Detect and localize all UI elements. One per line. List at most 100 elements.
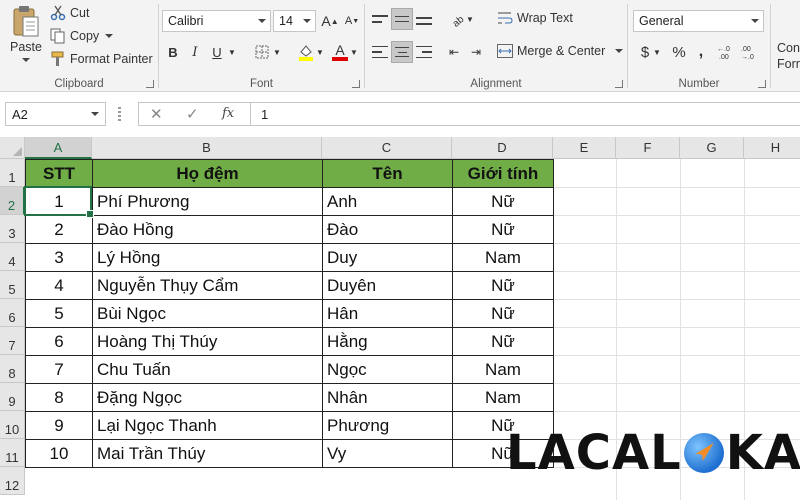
- cell[interactable]: Nữ: [452, 187, 554, 216]
- borders-dropdown-icon[interactable]: ▼: [272, 41, 282, 63]
- row-header-11[interactable]: 11: [0, 439, 25, 467]
- row-header-7[interactable]: 7: [0, 327, 25, 355]
- underline-button[interactable]: U: [206, 41, 228, 63]
- fill-color-icon[interactable]: [295, 41, 317, 63]
- orientation-dropdown-icon[interactable]: ▼: [465, 8, 475, 30]
- row-header-3[interactable]: 3: [0, 215, 25, 243]
- font-name-select[interactable]: Calibri: [162, 10, 271, 32]
- align-top-icon[interactable]: [369, 8, 391, 30]
- align-bottom-icon[interactable]: [413, 8, 435, 30]
- column-header-h[interactable]: H: [744, 137, 800, 159]
- decrease-font-icon[interactable]: A ▼: [341, 10, 363, 32]
- cell[interactable]: 5: [25, 299, 93, 328]
- align-middle-icon[interactable]: [391, 8, 413, 30]
- cell[interactable]: Duy: [322, 243, 453, 272]
- cell[interactable]: 9: [25, 411, 93, 440]
- chevron-down-icon[interactable]: [91, 112, 99, 116]
- enter-icon[interactable]: ✓: [186, 105, 199, 123]
- align-right-icon[interactable]: [413, 41, 435, 63]
- underline-dropdown-icon[interactable]: ▼: [227, 41, 237, 63]
- cell[interactable]: Phí Phương: [92, 187, 323, 216]
- increase-indent-icon[interactable]: ⇥: [465, 41, 487, 63]
- header-cell-stt[interactable]: STT: [25, 159, 93, 188]
- cell[interactable]: Nguyễn Thụy Cẩm: [92, 271, 323, 300]
- number-format-select[interactable]: General: [633, 10, 764, 32]
- column-header-d[interactable]: D: [452, 137, 553, 159]
- merge-center-button[interactable]: Merge & Center: [497, 44, 624, 58]
- bold-button[interactable]: B: [162, 41, 184, 63]
- number-launcher-icon[interactable]: [758, 80, 766, 88]
- cell[interactable]: Nữ: [452, 327, 554, 356]
- font-size-select[interactable]: 14: [273, 10, 316, 32]
- selected-cell-outline[interactable]: [24, 186, 94, 218]
- cell[interactable]: Vy: [322, 439, 453, 468]
- row-header-6[interactable]: 6: [0, 299, 25, 327]
- cell[interactable]: Chu Tuấn: [92, 355, 323, 384]
- row-header-4[interactable]: 4: [0, 243, 25, 271]
- merge-dropdown-icon[interactable]: [615, 49, 624, 53]
- header-cell-ten[interactable]: Tên: [322, 159, 453, 188]
- font-color-dropdown-icon[interactable]: ▼: [349, 41, 359, 63]
- column-header-b[interactable]: B: [92, 137, 322, 159]
- formula-bar-grip[interactable]: [118, 107, 121, 121]
- decrease-decimal-icon[interactable]: .00 →.0: [740, 41, 762, 63]
- decrease-indent-icon[interactable]: ⇤: [443, 41, 465, 63]
- cell[interactable]: 8: [25, 383, 93, 412]
- column-header-e[interactable]: E: [553, 137, 616, 159]
- cell[interactable]: Hằng: [322, 327, 453, 356]
- cell[interactable]: 10: [25, 439, 93, 468]
- column-header-f[interactable]: F: [616, 137, 680, 159]
- cut-button[interactable]: Cut: [50, 5, 89, 21]
- row-header-2[interactable]: 2: [0, 187, 25, 215]
- cell[interactable]: 7: [25, 355, 93, 384]
- cell[interactable]: Duyên: [322, 271, 453, 300]
- cell[interactable]: Nữ: [452, 299, 554, 328]
- cell[interactable]: Lý Hồng: [92, 243, 323, 272]
- font-color-icon[interactable]: A: [329, 41, 351, 63]
- comma-style-button[interactable]: ,: [690, 41, 712, 63]
- cell[interactable]: 6: [25, 327, 93, 356]
- row-header-1[interactable]: 1: [0, 159, 25, 187]
- cell[interactable]: 2: [25, 215, 93, 244]
- paste-button[interactable]: Paste: [6, 4, 46, 62]
- increase-decimal-icon[interactable]: ←.0.00: [716, 41, 738, 63]
- conditional-formatting-button[interactable]: Con Form: [777, 40, 800, 72]
- row-header-10[interactable]: 10: [0, 411, 25, 439]
- formula-input[interactable]: 1: [250, 102, 800, 126]
- wrap-text-button[interactable]: Wrap Text: [497, 11, 573, 25]
- name-box[interactable]: A2: [5, 102, 106, 126]
- paste-dropdown-icon[interactable]: [22, 58, 30, 62]
- cell[interactable]: 3: [25, 243, 93, 272]
- cell[interactable]: Đặng Ngọc: [92, 383, 323, 412]
- copy-dropdown-icon[interactable]: [105, 34, 114, 38]
- column-header-c[interactable]: C: [322, 137, 452, 159]
- select-all-button[interactable]: [0, 137, 25, 159]
- cell[interactable]: Nữ: [452, 215, 554, 244]
- row-header-12[interactable]: 12: [0, 467, 25, 495]
- cell[interactable]: Nhân: [322, 383, 453, 412]
- insert-function-icon[interactable]: fx: [222, 106, 234, 121]
- alignment-launcher-icon[interactable]: [615, 80, 623, 88]
- cell[interactable]: Nam: [452, 243, 554, 272]
- row-header-5[interactable]: 5: [0, 271, 25, 299]
- cell[interactable]: Nam: [452, 355, 554, 384]
- header-cell-gioi-tinh[interactable]: Giới tính: [452, 159, 554, 188]
- cell[interactable]: Anh: [322, 187, 453, 216]
- cell[interactable]: Đào Hồng: [92, 215, 323, 244]
- column-header-g[interactable]: G: [680, 137, 744, 159]
- column-header-a[interactable]: A: [25, 137, 92, 159]
- row-header-8[interactable]: 8: [0, 355, 25, 383]
- clipboard-launcher-icon[interactable]: [146, 80, 154, 88]
- row-header-9[interactable]: 9: [0, 383, 25, 411]
- cell[interactable]: Hoàng Thị Thúy: [92, 327, 323, 356]
- font-launcher-icon[interactable]: [352, 80, 360, 88]
- cancel-icon[interactable]: ✕: [150, 105, 163, 123]
- align-center-icon[interactable]: [391, 41, 413, 63]
- copy-button[interactable]: Copy: [50, 28, 114, 44]
- cell[interactable]: Đào: [322, 215, 453, 244]
- borders-icon[interactable]: [251, 41, 273, 63]
- cell[interactable]: Nam: [452, 383, 554, 412]
- cell[interactable]: 4: [25, 271, 93, 300]
- cell[interactable]: Bùi Ngọc: [92, 299, 323, 328]
- cell[interactable]: Phương: [322, 411, 453, 440]
